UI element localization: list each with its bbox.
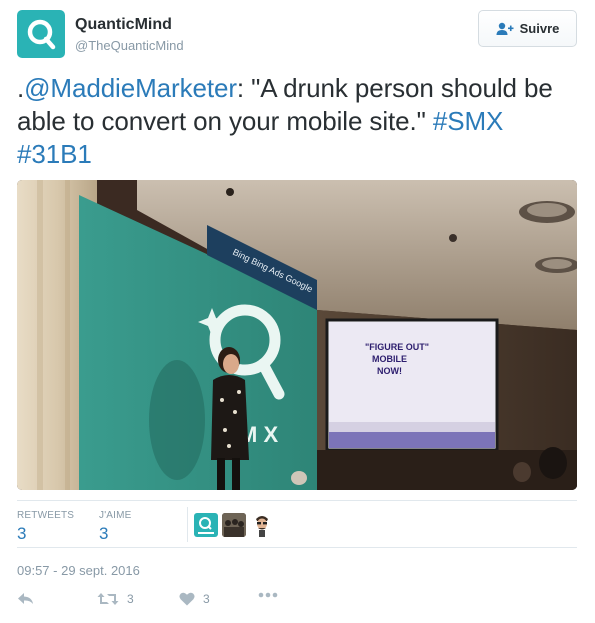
likes-label: J'AIME	[99, 510, 132, 521]
follow-button[interactable]: Suivre	[478, 10, 577, 47]
account-name[interactable]: QuanticMind	[75, 16, 172, 34]
liker-avatar-group[interactable]	[222, 513, 246, 537]
tweet-text: .@MaddieMarketer: "A drunk person should…	[17, 72, 582, 171]
likes-count: 3	[99, 524, 109, 543]
retweet-button[interactable]: 3	[97, 592, 134, 606]
follow-user-icon	[496, 22, 514, 35]
screen-line-1: "FIGURE OUT"	[365, 342, 429, 352]
retweets-label: RETWEETS	[17, 510, 75, 521]
reply-button[interactable]	[17, 592, 35, 606]
likes-stat[interactable]: J'AIME 3	[99, 510, 132, 544]
group-photo-icon	[222, 513, 246, 537]
like-button[interactable]: 3	[179, 592, 210, 606]
stats-divider	[187, 507, 188, 542]
retweet-icon	[97, 593, 119, 605]
quanticmind-logo-icon	[27, 19, 56, 50]
retweets-stat[interactable]: RETWEETS 3	[17, 510, 74, 544]
tweet-actions: 3 3	[17, 592, 577, 614]
retweet-action-count: 3	[127, 592, 134, 606]
screen-line-3: NOW!	[377, 366, 402, 376]
hashtag-31b1-link[interactable]: #31B1	[17, 139, 92, 169]
screen-line-2: MOBILE	[372, 354, 407, 364]
like-action-count: 3	[203, 592, 210, 606]
tweet-timestamp[interactable]: 09:57 - 29 sept. 2016	[17, 563, 140, 578]
heart-icon	[179, 592, 195, 606]
retweets-count: 3	[17, 524, 27, 543]
reply-icon	[18, 593, 33, 604]
liker-avatar-smx[interactable]	[194, 513, 218, 537]
conference-stage-image: Bing Bing Ads Google M X "FIGURE OUT" MO…	[17, 180, 577, 490]
follow-button-label: Suivre	[519, 21, 560, 36]
account-handle[interactable]: @TheQuanticMind	[75, 38, 184, 53]
liker-avatar-cartoon[interactable]	[250, 513, 274, 537]
smx-logo-icon	[198, 517, 214, 534]
cartoon-face-icon	[250, 513, 274, 537]
quanticmind-avatar[interactable]	[17, 10, 65, 58]
hashtag-smx-link[interactable]: #SMX	[433, 106, 504, 136]
mention-link[interactable]: @MaddieMarketer	[24, 73, 237, 103]
tweet-stats: RETWEETS 3 J'AIME 3	[17, 500, 577, 548]
more-button[interactable]	[258, 592, 278, 598]
tweet-photo[interactable]: Bing Bing Ads Google M X "FIGURE OUT" MO…	[17, 180, 577, 490]
more-dots-icon	[258, 592, 278, 598]
